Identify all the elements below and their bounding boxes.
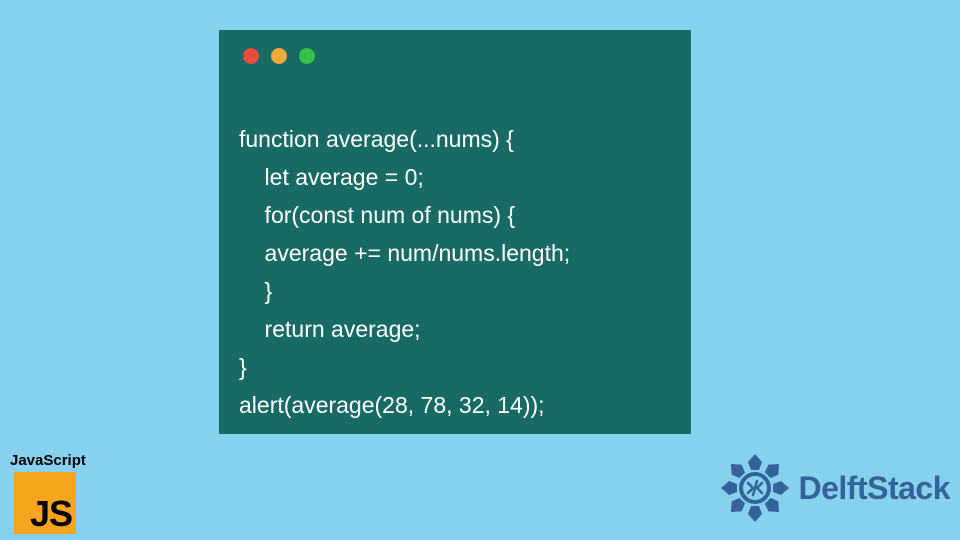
delftstack-logo: DelftStack [717,450,951,526]
javascript-logo: JavaScript JS [8,452,90,534]
minimize-icon [271,48,287,64]
code-line: for(const num of nums) { [239,202,515,228]
code-line: return average; [239,316,421,342]
delftstack-icon [717,450,793,526]
js-badge: JS [14,472,76,534]
code-block: function average(...nums) { let average … [239,82,671,424]
window-controls [239,48,671,64]
js-letters: JS [30,496,72,532]
delftstack-text: DelftStack [799,470,951,507]
code-line: function average(...nums) { [239,126,514,152]
code-line: } [239,278,272,304]
code-line: average += num/nums.length; [239,240,570,266]
close-icon [243,48,259,64]
javascript-label: JavaScript [8,452,90,469]
code-line: let average = 0; [239,164,424,190]
maximize-icon [299,48,315,64]
code-line: alert(average(28, 78, 32, 14)); [239,392,545,418]
code-line: } [239,354,247,380]
code-window: function average(...nums) { let average … [219,30,691,434]
